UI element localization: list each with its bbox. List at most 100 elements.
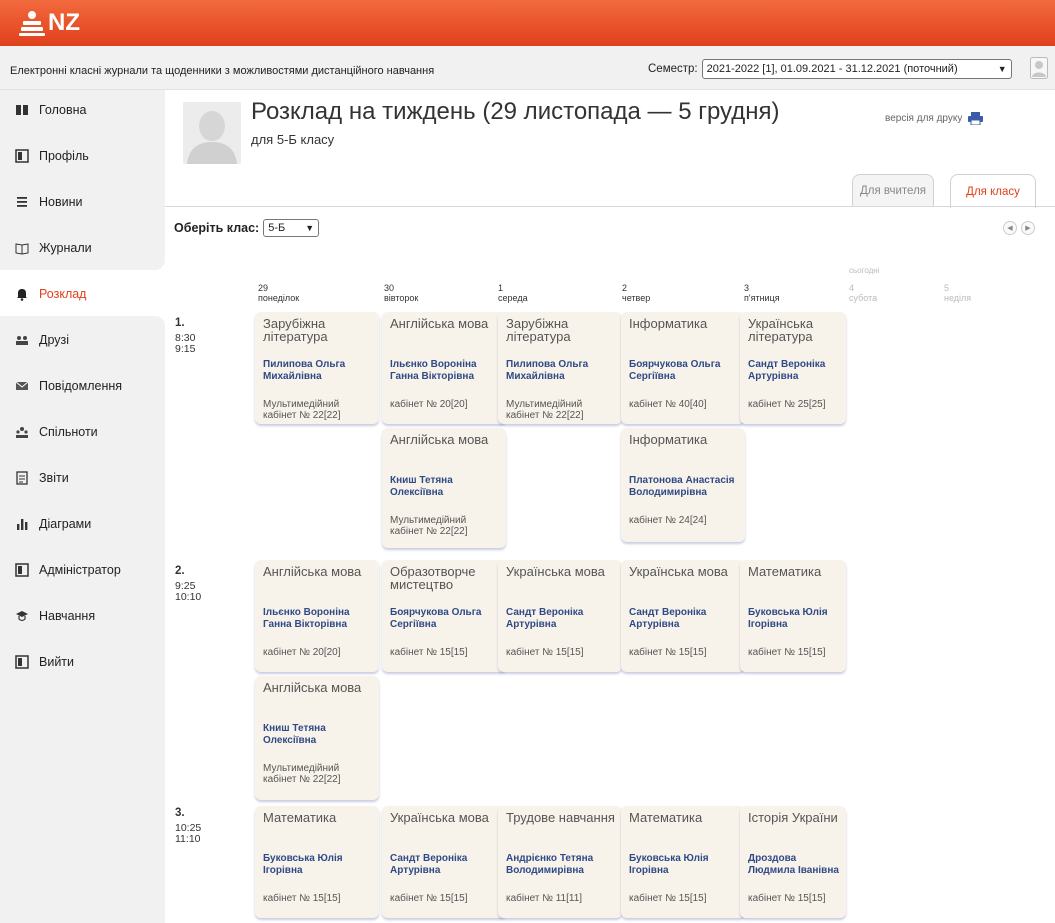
lesson-card[interactable]: Трудове навчання Андрієнко Тетяна Володим… xyxy=(498,806,622,918)
logo[interactable]: NZ xyxy=(18,9,80,37)
page-title: Розклад на тиждень (29 листопада — 5 гру… xyxy=(251,98,780,125)
lesson-room: кабінет № 15[15] xyxy=(629,893,707,904)
sidebar-item-profile[interactable]: Профіль xyxy=(14,144,89,168)
sidebar-item-news[interactable]: Новини xyxy=(14,190,83,214)
lesson-card[interactable]: Зарубіжна література Пилипова Ольга Михай… xyxy=(255,312,379,424)
tab-label: Для класу xyxy=(966,185,1020,198)
bell-icon xyxy=(14,287,30,301)
lesson-teacher: Пилипова Ольга Михайлівна xyxy=(263,359,346,382)
lesson-card[interactable]: Математика Буковська Юлія Ігорівна кабінет… xyxy=(621,806,745,918)
lesson-teacher: Ільєнко Вороніна Ганна Вікторівна xyxy=(390,359,477,382)
sidebar-item-learning[interactable]: Навчання xyxy=(14,604,95,628)
friends-icon xyxy=(14,333,30,347)
lesson-card[interactable]: Українська мова Сандт Вероніка Артурівна к… xyxy=(382,806,506,918)
lesson-subject: Зарубіжна література xyxy=(506,316,571,344)
next-week-button[interactable]: ▶ xyxy=(1021,221,1035,235)
sidebar-item-communities[interactable]: Спільноти xyxy=(14,420,98,444)
menu-icon xyxy=(14,195,30,209)
lesson-card[interactable]: Українська мова Сандт Вероніка Артурівна к… xyxy=(498,560,622,672)
print-version-link[interactable]: версія для друку xyxy=(885,112,984,125)
day-header-friday: 3 п'ятниця xyxy=(744,283,864,303)
sidebar-item-home[interactable]: Головна xyxy=(14,98,87,122)
lesson-card[interactable]: Інформатика Платонова Анастасія Володимир… xyxy=(621,428,745,542)
lesson-subject: Англійська мова xyxy=(263,564,362,579)
book-icon xyxy=(14,241,30,255)
lesson-card[interactable]: Математика Буковська Юлія Ігорівна кабінет… xyxy=(740,560,846,672)
lesson-subject: Англійська мова xyxy=(263,680,362,695)
lesson-teacher: Сандт Вероніка Артурівна xyxy=(629,607,707,630)
lesson-subject: Математика xyxy=(263,810,337,825)
lesson-card[interactable]: Англійська мова Ільєнко Вороніна Ганна Ві… xyxy=(255,560,379,672)
day-name: четвер xyxy=(622,293,651,303)
lesson-room: кабінет № 20[20] xyxy=(390,399,468,410)
envelope-icon xyxy=(14,379,30,393)
sidebar-item-admin[interactable]: Адміністратор xyxy=(14,558,121,582)
sidebar-item-messages[interactable]: Повідомлення xyxy=(14,374,122,398)
sidebar-item-journals[interactable]: Журнали xyxy=(14,236,92,260)
lesson-subject: Англійська мова xyxy=(390,316,489,331)
chevron-down-icon: ▼ xyxy=(997,64,1007,74)
chart-icon xyxy=(14,517,30,531)
lesson-room: кабінет № 24[24] xyxy=(629,515,707,526)
lesson-room: кабінет № 15[15] xyxy=(748,893,826,904)
main-content: Розклад на тиждень (29 листопада — 5 гру… xyxy=(165,90,1055,923)
lesson-end: 10:10 xyxy=(175,591,202,603)
lesson-room: Мультимедійний кабінет № 22[22] xyxy=(506,399,584,421)
lesson-card[interactable]: Англійська мова Книш Тетяна Олексіївна Мул… xyxy=(382,428,506,548)
class-picker: Оберіть клас: 5-Б ▼ xyxy=(174,219,320,237)
sidebar-item-label: Новини xyxy=(39,195,83,209)
lesson-room: кабінет № 15[15] xyxy=(390,893,468,904)
lesson-subject: Інформатика xyxy=(629,316,708,331)
sidebar-item-logout[interactable]: Вийти xyxy=(14,650,74,674)
logo-icon xyxy=(19,11,45,36)
lesson-card[interactable]: Українська література Сандт Вероніка Арту… xyxy=(740,312,846,424)
lesson-room: кабінет № 11[11] xyxy=(506,893,583,904)
day-header-wednesday: 1 середа xyxy=(498,283,618,303)
user-avatar-icon[interactable] xyxy=(1030,57,1048,79)
lesson-card[interactable]: Зарубіжна література Пилипова Ольга Михай… xyxy=(498,312,622,424)
lesson-teacher: Ільєнко Вороніна Ганна Вікторівна xyxy=(263,607,350,630)
day-name: понеділок xyxy=(258,293,300,303)
chevron-left-icon: ◀ xyxy=(1007,225,1013,232)
sidebar-item-label: Профіль xyxy=(39,149,89,163)
class-select[interactable]: 5-Б ▼ xyxy=(263,219,320,237)
sidebar-item-label: Адміністратор xyxy=(39,563,121,577)
lesson-room: кабінет № 15[15] xyxy=(629,647,707,658)
tab-for-teacher[interactable]: Для вчителя xyxy=(852,174,934,207)
lesson-card[interactable]: Інформатика Боярчукова Ольга Сергіївна каб… xyxy=(621,312,745,424)
day-number: 3 xyxy=(744,283,750,293)
lesson-card[interactable]: Українська мова Сандт Вероніка Артурівна к… xyxy=(621,560,745,672)
lesson-time-2: 2. 9:25 10:10 xyxy=(175,565,202,603)
admin-icon xyxy=(14,563,30,577)
tab-for-class[interactable]: Для класу xyxy=(950,174,1036,208)
lesson-subject: Образотворче мистецтво xyxy=(390,564,476,592)
avatar xyxy=(183,102,241,164)
day-header-tuesday: 30 вівторок xyxy=(384,283,504,303)
lesson-card[interactable]: Англійська мова Ільєнко Вороніна Ганна Ві… xyxy=(382,312,506,424)
lesson-card[interactable]: Образотворче мистецтво Боярчукова Ольга С… xyxy=(382,560,506,672)
lesson-teacher: Боярчукова Ольга Сергіївна xyxy=(629,359,721,382)
lesson-end: 11:10 xyxy=(175,833,201,845)
lesson-card[interactable]: Англійська мова Книш Тетяна Олексіївна Мул… xyxy=(255,676,379,800)
lesson-card[interactable]: Історія України Дроздова Людмила Іванівна… xyxy=(740,806,846,918)
lesson-teacher: Книш Тетяна Олексіївна xyxy=(263,723,326,746)
lesson-teacher: Сандт Вероніка Артурівна xyxy=(506,607,584,630)
grid-icon xyxy=(14,103,30,117)
sidebar-item-reports[interactable]: Звіти xyxy=(14,466,69,490)
lesson-card[interactable]: Математика Буковська Юлія Ігорівна кабінет… xyxy=(255,806,379,918)
sidebar-item-charts[interactable]: Діаграми xyxy=(14,512,91,536)
day-number: 29 xyxy=(258,283,269,293)
lesson-room: кабінет № 40[40] xyxy=(629,399,707,410)
lesson-subject: Англійська мова xyxy=(390,432,489,447)
day-number: 30 xyxy=(384,283,395,293)
sidebar-item-friends[interactable]: Друзі xyxy=(14,328,69,352)
sidebar-item-label: Навчання xyxy=(39,609,96,623)
prev-week-button[interactable]: ◀ xyxy=(1003,221,1017,235)
sidebar-item-schedule[interactable]: Розклад xyxy=(14,282,86,306)
lesson-subject: Українська література xyxy=(748,316,814,344)
sub-bar: Електронні класні журнали та щоденники з… xyxy=(0,46,1055,90)
semester-select[interactable]: 2021-2022 [1], 01.09.2021 - 31.12.2021 (… xyxy=(701,59,1012,79)
chevron-down-icon: ▼ xyxy=(305,223,315,233)
lesson-subject: Зарубіжна література xyxy=(263,316,328,344)
lesson-number: 3. xyxy=(175,807,185,819)
